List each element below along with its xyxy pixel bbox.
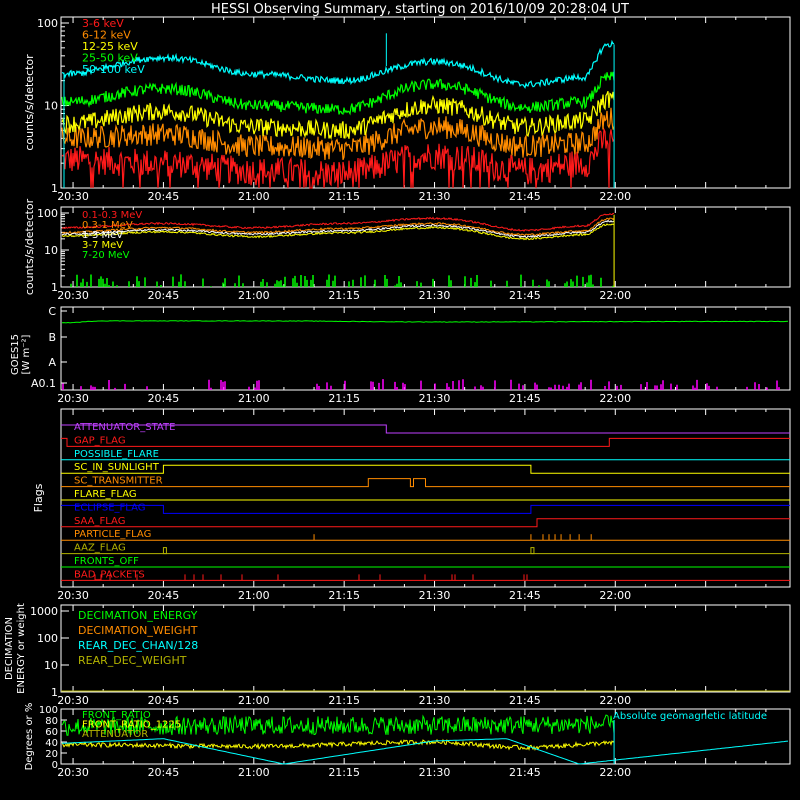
- x-tick-label: 20:30: [57, 190, 89, 203]
- x-tick-label: 21:15: [328, 766, 360, 779]
- x-tick-label: 21:45: [509, 289, 541, 302]
- legend-entry: REAR_DEC_WEIGHT: [78, 654, 187, 667]
- flag-label: AAZ_FLAG: [74, 543, 126, 554]
- flag-label: BAD_PACKETS: [74, 569, 145, 580]
- x-tick-label: 22:00: [599, 392, 631, 405]
- x-tick-label: 20:30: [57, 392, 89, 405]
- x-tick-label: 21:00: [238, 694, 270, 707]
- flag-label: ATTENUATOR_STATE: [74, 422, 175, 433]
- x-tick-label: 22:00: [599, 190, 631, 203]
- x-tick-label: 21:15: [328, 694, 360, 707]
- x-tick-label: 21:00: [238, 289, 270, 302]
- x-tick-label: 20:30: [57, 694, 89, 707]
- y-tick-label: A: [48, 356, 56, 369]
- y-tick-label: B: [48, 331, 56, 344]
- y-axis-label: DECIMATION: [4, 617, 15, 680]
- flag-label: SC_TRANSMITTER: [74, 476, 163, 487]
- x-tick-label: 21:30: [419, 289, 451, 302]
- y-axis-label: GOES15: [10, 334, 21, 375]
- x-tick-label: 21:00: [238, 190, 270, 203]
- legend-entry: 50-100 keV: [82, 63, 145, 76]
- y-tick-label: 100: [37, 17, 58, 30]
- y-tick-label: 100: [39, 705, 58, 716]
- x-tick-label: 20:45: [148, 190, 180, 203]
- x-tick-label: 21:00: [238, 392, 270, 405]
- y-tick-label: 20: [45, 749, 58, 760]
- x-tick-label: 21:00: [238, 589, 270, 602]
- y-tick-label: 10: [44, 100, 58, 113]
- y-tick-label: 1: [51, 281, 58, 294]
- x-tick-label: 20:30: [57, 589, 89, 602]
- flag-label: SAA_FLAG: [74, 516, 125, 527]
- y-tick-label: 1: [51, 686, 58, 699]
- y-tick-label: A0.1: [31, 377, 56, 390]
- x-tick-label: 21:30: [419, 392, 451, 405]
- y-tick-label: 10: [44, 659, 58, 672]
- x-tick-label: 21:00: [238, 766, 270, 779]
- y-tick-label: 100: [37, 207, 58, 220]
- y-tick-label: 0: [52, 760, 58, 771]
- x-tick-label: 22:00: [599, 289, 631, 302]
- flag-label: FLARE_FLAG: [74, 489, 137, 500]
- legend-entry: REAR_DEC_CHAN/128: [78, 639, 198, 652]
- background: [0, 0, 800, 800]
- x-tick-label: 22:00: [599, 694, 631, 707]
- x-tick-label: 20:30: [57, 289, 89, 302]
- legend-entry: DECIMATION_ENERGY: [78, 609, 198, 622]
- x-tick-label: 21:30: [419, 589, 451, 602]
- x-tick-label: 21:30: [419, 694, 451, 707]
- hessi-summary-chart: HESSI Observing Summary, starting on 201…: [0, 0, 800, 800]
- y-tick-label: 1000: [30, 605, 58, 618]
- x-tick-label: 21:45: [509, 589, 541, 602]
- flag-label: ECLIPSE_FLAG: [74, 502, 145, 513]
- x-tick-label: 21:30: [419, 766, 451, 779]
- x-tick-label: 20:45: [148, 766, 180, 779]
- x-tick-label: 21:15: [328, 589, 360, 602]
- x-tick-label: 21:30: [419, 190, 451, 203]
- y-tick-label: 10: [44, 244, 58, 257]
- x-tick-label: 20:30: [57, 766, 89, 779]
- flag-label: GAP_FLAG: [74, 435, 126, 446]
- x-tick-label: 22:00: [599, 766, 631, 779]
- y-tick-label: 1: [51, 182, 58, 195]
- flag-label: FRONTS_OFF: [74, 556, 139, 567]
- y-axis-label: Degrees or %: [24, 703, 35, 771]
- y-axis-label: Flags: [32, 483, 45, 512]
- legend-entry: DECIMATION_WEIGHT: [78, 624, 198, 637]
- y-tick-label: 100: [37, 632, 58, 645]
- x-tick-label: 21:45: [509, 766, 541, 779]
- y-axis-label-units: ENERGY or weight: [16, 603, 27, 694]
- x-tick-label: 21:15: [328, 392, 360, 405]
- chart-title: HESSI Observing Summary, starting on 201…: [211, 2, 629, 17]
- y-tick-label: C: [48, 305, 56, 318]
- x-tick-label: 21:45: [509, 392, 541, 405]
- x-tick-label: 21:45: [509, 694, 541, 707]
- legend-entry: ATTENUATOR: [82, 729, 148, 740]
- y-axis-label: counts/s/detector: [23, 54, 36, 151]
- x-tick-label: 20:45: [148, 694, 180, 707]
- x-tick-label: 20:45: [148, 589, 180, 602]
- x-tick-label: 20:45: [148, 392, 180, 405]
- legend-entry: 7-20 MeV: [82, 250, 130, 261]
- x-tick-label: 21:45: [509, 190, 541, 203]
- x-tick-label: 20:45: [148, 289, 180, 302]
- x-tick-label: 22:00: [599, 589, 631, 602]
- y-tick-label: 60: [45, 727, 58, 738]
- x-tick-label: 21:15: [328, 289, 360, 302]
- flag-label: POSSIBLE_FLARE: [74, 449, 159, 460]
- flag-label: PARTICLE_FLAG: [74, 529, 151, 540]
- y-tick-label: 80: [45, 716, 58, 727]
- x-tick-label: 21:15: [328, 190, 360, 203]
- flag-label: SC_IN_SUNLIGHT: [74, 462, 160, 473]
- y-tick-label: 40: [45, 738, 58, 749]
- annotation: Absolute geomagnetic latitude: [613, 711, 767, 722]
- y-axis-label-units: [W m⁻²]: [21, 334, 32, 374]
- y-axis-label: counts/s/detector: [23, 198, 36, 295]
